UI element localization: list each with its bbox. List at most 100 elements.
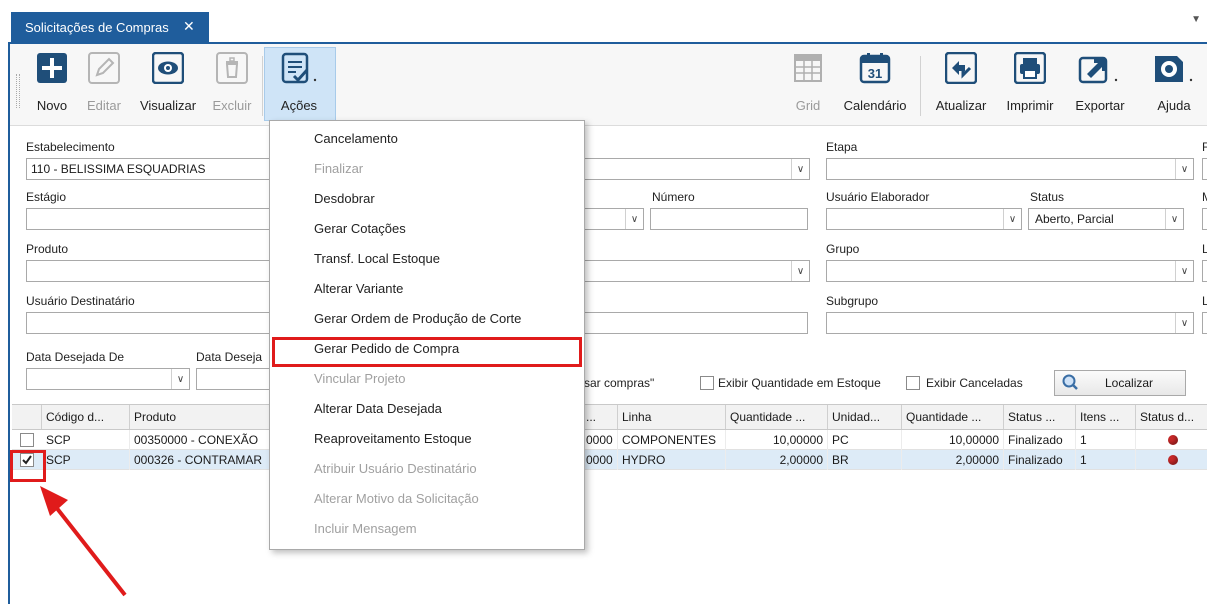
annotation-highlight-menu-item	[272, 337, 582, 367]
editar-button[interactable]: Editar	[82, 50, 126, 120]
column-header-status[interactable]: Status ...	[1004, 405, 1076, 429]
grid-label: Grid	[795, 98, 821, 113]
cell-produto: 00350000 - CONEXÃO	[130, 430, 270, 450]
help-icon	[1152, 52, 1196, 84]
refresh-icon	[945, 52, 977, 84]
chevron-down-icon[interactable]: ∨	[791, 261, 809, 281]
menu-item-transf-local-estoque[interactable]: Transf. Local Estoque	[270, 243, 586, 273]
atualizar-button[interactable]: Atualizar	[928, 50, 994, 120]
novo-button[interactable]: Novo	[30, 50, 74, 120]
chevron-down-icon[interactable]: ∨	[791, 159, 809, 179]
column-header-quantidade-2[interactable]: Quantidade ...	[902, 405, 1004, 429]
tab-list-arrow-icon[interactable]: ▼	[1191, 14, 1201, 25]
chevron-down-icon[interactable]: ∨	[171, 369, 189, 389]
menu-item-incluir-mensagem[interactable]: Incluir Mensagem	[270, 513, 586, 543]
cell-quantidade: 10,00000	[726, 430, 828, 450]
menu-item-alterar-data-desejada[interactable]: Alterar Data Desejada	[270, 393, 586, 423]
column-header-hidden[interactable]: ...	[582, 405, 618, 429]
main-window: Novo Editar Visualizar Excluir Ações Gri…	[8, 42, 1207, 604]
numero-input[interactable]	[650, 208, 808, 230]
cell-quantidade: 2,00000	[726, 450, 828, 470]
chevron-down-icon[interactable]: ∨	[1175, 313, 1193, 333]
exportar-label: Exportar	[1075, 98, 1125, 113]
cell-hidden: 0000	[582, 430, 618, 450]
right-label-lo: Lo	[1202, 294, 1207, 308]
acoes-button[interactable]: Ações	[266, 50, 332, 120]
exibir-quantidade-checkbox[interactable]	[700, 376, 714, 390]
toolbar: Novo Editar Visualizar Excluir Ações Gri…	[10, 44, 1207, 126]
column-header-select[interactable]	[12, 405, 42, 429]
exibir-canceladas-label: Exibir Canceladas	[926, 376, 1023, 390]
row-checkbox[interactable]	[20, 433, 34, 447]
menu-item-alterar-motivo-solicitacao[interactable]: Alterar Motivo da Solicitação	[270, 483, 586, 513]
column-header-linha[interactable]: Linha	[618, 405, 726, 429]
menu-item-vincular-projeto[interactable]: Vincular Projeto	[270, 363, 586, 393]
visualizar-button[interactable]: Visualizar	[134, 50, 202, 120]
right-field-2[interactable]	[1202, 208, 1207, 230]
cell-status: Finalizado	[1004, 450, 1076, 470]
usuario-destinatario-label: Usuário Destinatário	[26, 294, 135, 308]
printer-icon	[1014, 52, 1046, 84]
cell-unidade: BR	[828, 450, 902, 470]
menu-item-desdobrar[interactable]: Desdobrar	[270, 183, 586, 213]
right-label-m: M	[1202, 190, 1207, 204]
grid-icon	[792, 52, 824, 84]
ajuda-label: Ajuda	[1157, 98, 1191, 113]
excluir-button[interactable]: Excluir	[208, 50, 256, 120]
exportar-button[interactable]: Exportar	[1066, 50, 1134, 120]
subgrupo-select[interactable]: ∨	[826, 312, 1194, 334]
cell-status: Finalizado	[1004, 430, 1076, 450]
tab-solicitacoes-compras[interactable]: Solicitações de Compras ✕	[11, 12, 209, 42]
toolbar-grip[interactable]	[16, 74, 20, 108]
chevron-down-icon[interactable]: ∨	[1165, 209, 1183, 229]
table-row[interactable]: SCP 000326 - CONTRAMAR 0000 HYDRO 2,0000…	[12, 450, 1207, 470]
menu-item-cancelamento[interactable]: Cancelamento	[270, 123, 586, 153]
right-field-3[interactable]	[1202, 260, 1207, 282]
calendario-button[interactable]: 31 Calendário	[840, 50, 910, 120]
column-header-codigo[interactable]: Código d...	[42, 405, 130, 429]
export-icon	[1077, 52, 1123, 84]
column-header-quantidade[interactable]: Quantidade ...	[726, 405, 828, 429]
menu-item-gerar-cotacoes[interactable]: Gerar Cotações	[270, 213, 586, 243]
ajuda-button[interactable]: Ajuda	[1148, 50, 1200, 120]
search-icon	[1061, 373, 1079, 394]
column-header-status-d[interactable]: Status d...	[1136, 405, 1207, 429]
menu-item-gerar-ordem-producao-corte[interactable]: Gerar Ordem de Produção de Corte	[270, 303, 586, 333]
menu-item-reaproveitamento-estoque[interactable]: Reaproveitamento Estoque	[270, 423, 586, 453]
usuario-elaborador-select[interactable]: ∨	[826, 208, 1022, 230]
right-label-f: F	[1202, 140, 1207, 154]
menu-item-finalizar[interactable]: Finalizar	[270, 153, 586, 183]
data-desejada-de-label: Data Desejada De	[26, 350, 125, 364]
chevron-down-icon[interactable]: ∨	[1175, 261, 1193, 281]
cell-produto: 000326 - CONTRAMAR	[130, 450, 270, 470]
chevron-down-icon[interactable]: ∨	[625, 209, 643, 229]
status-label: Status	[1030, 190, 1065, 204]
right-field-1[interactable]	[1202, 158, 1207, 180]
exibir-canceladas-checkbox[interactable]	[906, 376, 920, 390]
table-row[interactable]: SCP 00350000 - CONEXÃO 0000 COMPONENTES …	[12, 430, 1207, 450]
grid-button[interactable]: Grid	[788, 50, 828, 120]
menu-item-atribuir-usuario-destinatario[interactable]: Atribuir Usuário Destinatário	[270, 453, 586, 483]
column-header-produto[interactable]: Produto	[130, 405, 270, 429]
menu-item-alterar-variante[interactable]: Alterar Variante	[270, 273, 586, 303]
data-desejada-ate-select[interactable]	[196, 368, 276, 390]
status-dot-icon	[1168, 455, 1178, 465]
right-label-li: Li	[1202, 242, 1207, 256]
grupo-select[interactable]: ∨	[826, 260, 1194, 282]
close-icon[interactable]: ✕	[183, 18, 195, 35]
localizar-button[interactable]: Localizar	[1054, 370, 1186, 396]
data-desejada-de-select[interactable]: ∨	[26, 368, 190, 390]
column-header-itens[interactable]: Itens ...	[1076, 405, 1136, 429]
chevron-down-icon[interactable]: ∨	[1003, 209, 1021, 229]
chevron-down-icon[interactable]: ∨	[1175, 159, 1193, 179]
cell-linha: COMPONENTES	[618, 430, 726, 450]
column-header-unidade[interactable]: Unidad...	[828, 405, 902, 429]
imprimir-button[interactable]: Imprimir	[1000, 50, 1060, 120]
annotation-arrow-icon	[40, 486, 127, 597]
right-field-4[interactable]	[1202, 312, 1207, 334]
status-select[interactable]: Aberto, Parcial ∨	[1028, 208, 1184, 230]
etapa-select[interactable]: ∨	[826, 158, 1194, 180]
calendar-icon: 31	[859, 52, 891, 84]
acoes-menu: Cancelamento Finalizar Desdobrar Gerar C…	[269, 120, 585, 550]
numero-label: Número	[652, 190, 695, 204]
